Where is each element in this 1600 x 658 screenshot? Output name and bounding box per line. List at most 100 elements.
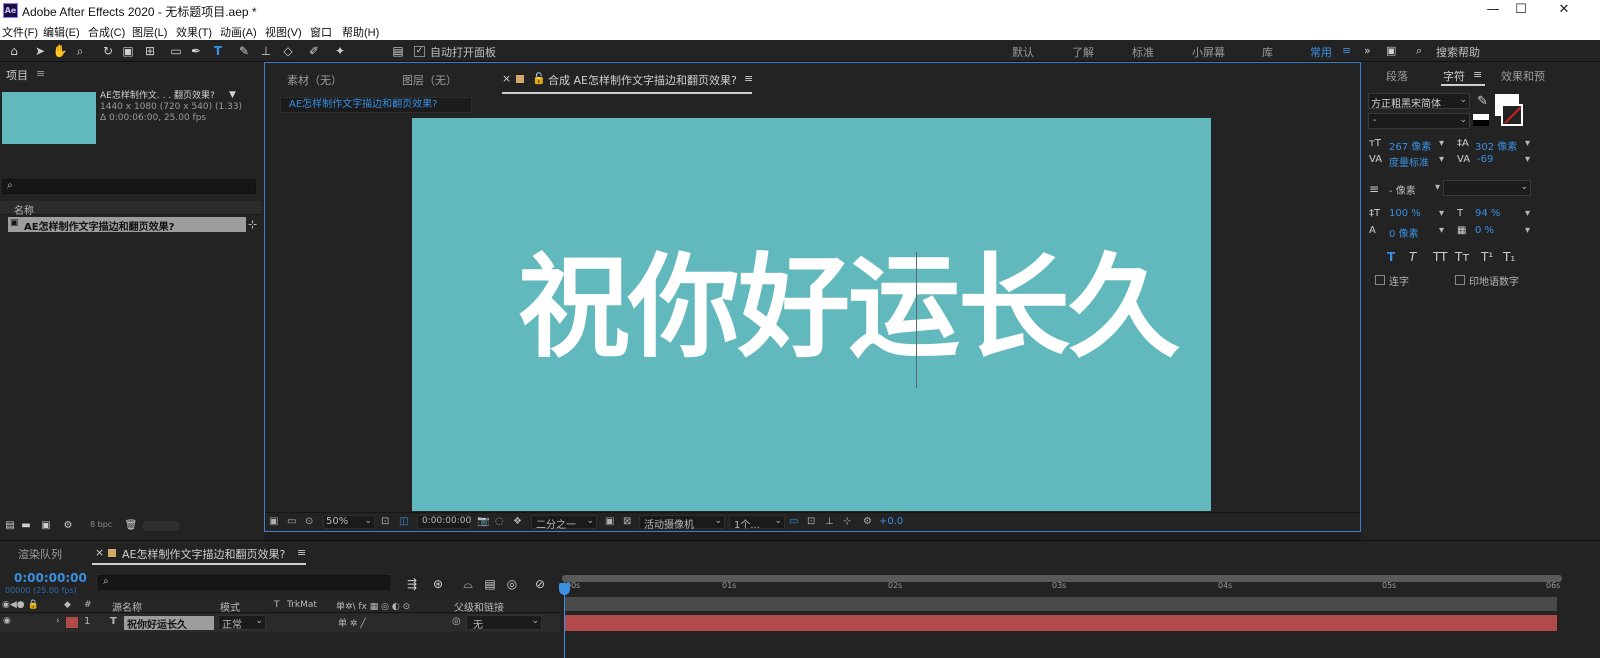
always-preview-icon[interactable]: ▣ [269,516,278,527]
workspace-common[interactable]: 常用 [1310,44,1332,60]
font-size-value[interactable]: 267 像素 [1389,138,1431,153]
show-snapshot-icon[interactable]: ◌ [495,516,504,527]
lock-icon[interactable]: 🔓 [532,72,546,85]
fit-icon[interactable]: ⊡ [381,516,389,527]
menu-effect[interactable]: 效果(T) [176,24,212,40]
visibility-icon[interactable]: ◉ [3,616,11,626]
delete-icon[interactable]: 🗑 [123,518,139,534]
workspace-standard[interactable]: 标准 [1132,44,1154,60]
puppet-tool-icon[interactable]: ✦ [332,43,348,59]
project-item-row[interactable]: ▣ AE怎样制作文字描边和翻页效果? [8,217,246,233]
baseline-shift-value[interactable]: 0 像素 [1389,225,1419,240]
kerning-value[interactable]: 度量标准 [1389,154,1429,169]
panel-icon[interactable]: ▤ [390,43,406,59]
comp-mini-flowchart-icon[interactable]: ⇶ [404,576,420,592]
chevron-down-icon[interactable]: ▾ [1439,154,1444,165]
menu-window[interactable]: 窗口 [310,24,332,40]
chevron-down-icon[interactable]: ▾ [1525,225,1530,236]
chevron-down-icon[interactable]: ▾ [1435,182,1440,193]
workspace-small-screen[interactable]: 小屏幕 [1192,44,1225,60]
minimize-button[interactable]: — [1478,2,1508,20]
project-search-input[interactable]: ⌕ [2,179,256,194]
timeline-menu-icon[interactable]: ≡ [297,546,306,559]
brush-tool-icon[interactable]: ✎ [236,43,252,59]
vr-icon[interactable]: ⊙ [305,516,313,527]
pen-tool-icon[interactable]: ✒ [188,43,204,59]
ligatures-checkbox[interactable] [1375,275,1385,285]
new-composition-icon[interactable]: ▣ [38,518,54,534]
eyedropper-icon[interactable]: ✎ [1477,94,1488,109]
playhead-handle[interactable] [559,583,570,595]
close-tab-icon[interactable]: × [502,72,511,85]
pick-whip-icon[interactable]: ◎ [452,616,461,627]
tab-composition[interactable]: 合成 AE怎样制作文字描边和翻页效果? [548,72,737,88]
column-name[interactable]: 名称 [14,202,34,217]
zoom-select[interactable]: 50% ⌄ [323,515,375,529]
camera-select[interactable]: 活动摄像机 ⌄ [639,515,725,531]
work-area-bar[interactable] [565,597,1557,611]
workspace-default[interactable]: 默认 [1012,44,1034,60]
bpc-label[interactable]: 8 bpc [90,520,112,529]
shy-icon[interactable]: ⌓ [460,576,476,592]
flowchart-icon[interactable]: ⊹ [248,218,257,231]
chevron-down-icon[interactable]: ▾ [1439,138,1444,149]
workspace-learn[interactable]: 了解 [1072,44,1094,60]
expand-chevron-icon[interactable]: › [56,616,60,626]
timecode-field[interactable]: 0:00:00:00 [417,515,471,529]
comp-flowchart-icon[interactable]: ⊥ [825,516,834,527]
stroke-style-select[interactable]: ⌄ [1443,180,1531,196]
draft-3d-icon[interactable]: ⊛ [430,576,446,592]
motion-blur-icon[interactable]: ◎ [504,576,520,592]
leading-value[interactable]: 302 像素 [1475,138,1517,153]
layer-switches[interactable]: 单 ✲ ╱ [338,616,366,629]
rectangle-tool-icon[interactable]: ▭ [168,43,184,59]
tab-timeline-comp[interactable]: AE怎样制作文字描边和翻页效果? [122,546,285,562]
superscript-button[interactable]: T¹ [1481,250,1493,264]
vertical-scale-value[interactable]: 100 % [1389,208,1421,219]
snapshot-icon[interactable]: 📷 [477,516,489,527]
tab-render-queue[interactable]: 渲染队列 [18,546,62,562]
selection-tool-icon[interactable]: ➤ [32,43,48,59]
thumbnail-slider[interactable] [142,521,180,531]
camera-tool-icon[interactable]: ▣ [120,43,136,59]
chevron-down-icon[interactable]: ▾ [1525,154,1530,165]
frame-blending-icon[interactable]: ▤ [482,576,498,592]
exposure-value[interactable]: +0.0 [879,516,903,527]
font-style-select[interactable]: - ⌄ [1368,113,1470,129]
graph-editor-icon[interactable]: ⊘ [532,576,548,592]
auto-open-checkbox[interactable]: ✓ [414,46,425,57]
chevron-down-icon[interactable]: ▾ [1439,225,1444,236]
chevron-down-icon[interactable]: ▾ [1525,138,1530,149]
search-help-input[interactable]: 搜索帮助 [1436,44,1480,60]
eraser-tool-icon[interactable]: ◇ [280,43,296,59]
breadcrumb[interactable]: AE怎样制作文字描边和翻页效果? [280,97,472,113]
timeline-layer-row[interactable]: ◉ › 1 T 祝你好运长久 正常 ⌄ 单 ✲ ╱ ◎ 无 ⌄ [0,614,560,632]
parent-column[interactable]: 父级和链接 [454,599,504,614]
font-family-select[interactable]: 方正粗黑宋简体 ⌄ [1368,93,1470,110]
workspace-library[interactable]: 库 [1262,44,1273,60]
chevron-down-icon[interactable]: ▾ [1525,208,1530,219]
small-caps-button[interactable]: Tт [1455,250,1469,264]
tab-paragraph[interactable]: 段落 [1386,68,1408,84]
close-button[interactable]: ✕ [1549,2,1579,20]
tab-character[interactable]: 字符 [1443,68,1465,84]
source-name-column[interactable]: 源名称 [112,599,142,614]
tab-footage[interactable]: 素材（无） [287,72,342,88]
layer-name[interactable]: 祝你好运长久 [124,616,214,631]
more-workspaces-icon[interactable]: » [1364,44,1371,57]
resolution-select[interactable]: 二分之一 ⌄ [531,515,597,531]
layer-duration-bar[interactable] [565,615,1557,631]
project-panel-menu-icon[interactable]: ≡ [36,67,45,80]
hand-tool-icon[interactable]: ✋ [52,43,68,59]
sync-settings-icon[interactable]: ▣ [1386,44,1396,57]
search-help-icon[interactable]: ⌕ [1416,44,1422,58]
region-of-interest-icon[interactable]: ◫ [399,516,408,527]
timeline-icon[interactable]: ⊡ [807,516,815,527]
menu-animation[interactable]: 动画(A) [220,24,257,40]
tsume-value[interactable]: 0 % [1475,225,1494,236]
new-folder-icon[interactable]: ▬ [18,518,34,534]
flowchart-icon[interactable]: ⊹ [843,516,851,527]
close-tab-icon[interactable]: × [95,546,104,559]
chevron-down-icon[interactable]: ▾ [1439,208,1444,219]
comp-text-layer[interactable]: 祝你好运长久 [518,238,1180,378]
